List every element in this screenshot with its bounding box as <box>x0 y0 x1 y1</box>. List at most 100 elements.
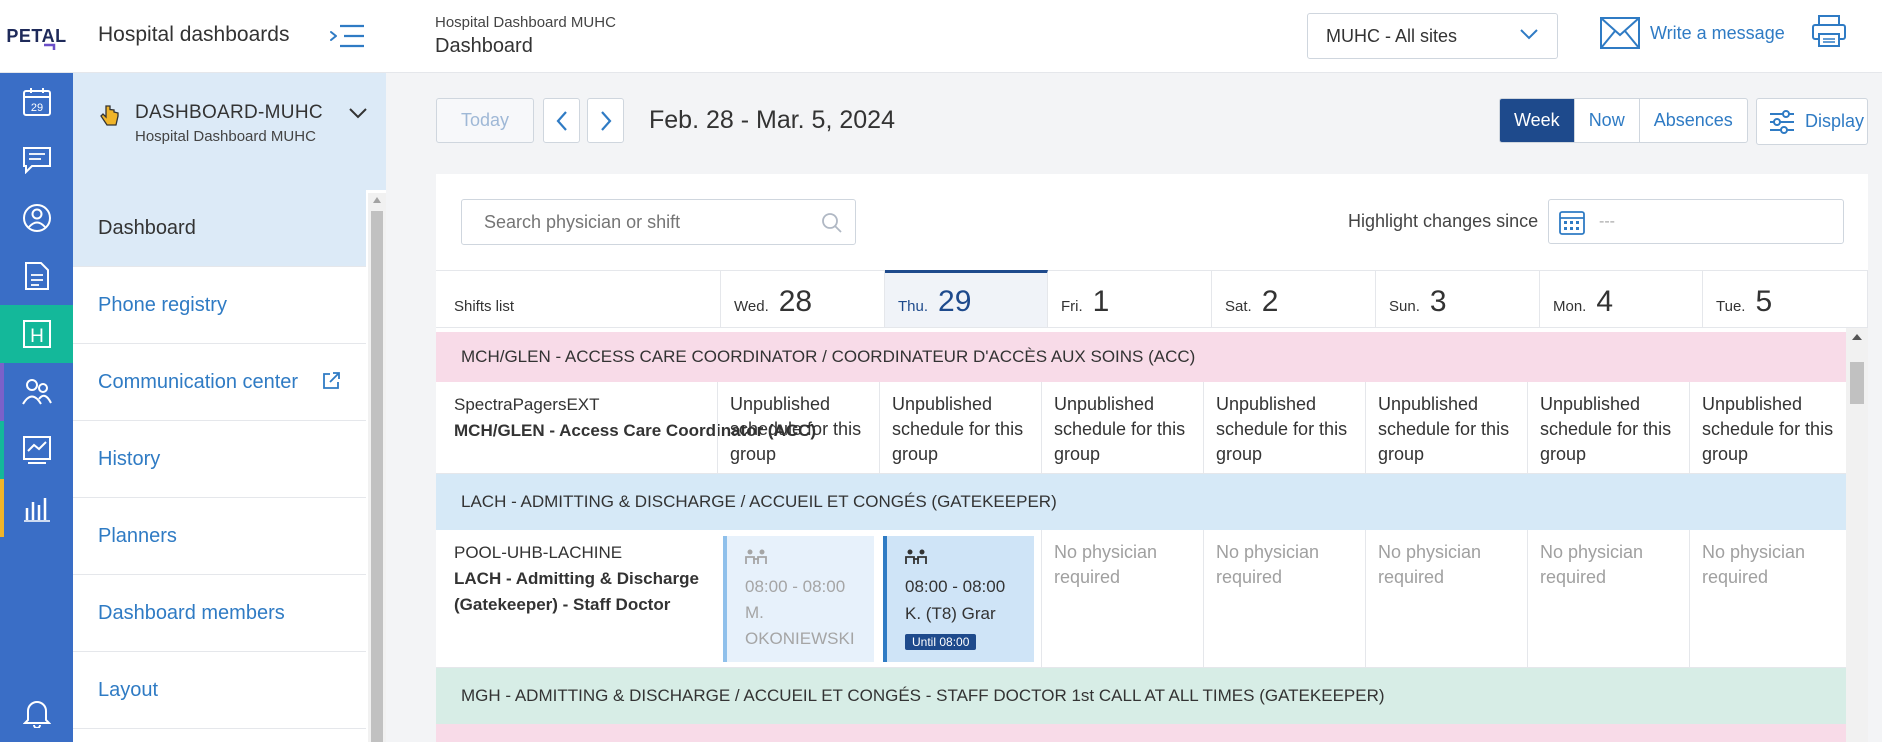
day-header-fri[interactable]: Fri. 1 <box>1048 270 1212 328</box>
schedule-cell[interactable]: No physician required <box>1041 530 1203 667</box>
scroll-up-arrow-icon[interactable] <box>373 197 381 203</box>
printer-icon[interactable] <box>1811 14 1847 48</box>
day-number: 3 <box>1429 285 1447 318</box>
day-header-sat[interactable]: Sat. 2 <box>1212 270 1376 328</box>
day-header-mon[interactable]: Mon. 4 <box>1540 270 1703 328</box>
chevron-right-icon <box>600 110 611 131</box>
schedule-cell[interactable]: No physician required <box>1365 530 1527 667</box>
nav-item-dashboard[interactable]: Dashboard <box>73 190 366 267</box>
write-message-link[interactable]: Write a message <box>1600 15 1785 51</box>
rail-documents[interactable] <box>0 247 73 305</box>
hospital-icon: H <box>22 320 51 348</box>
calendar-day-text: 29 <box>30 102 42 114</box>
prev-week-button[interactable] <box>543 98 580 143</box>
chevron-down-icon <box>349 108 367 119</box>
nav-list: Dashboard Phone registry Communication c… <box>73 190 366 729</box>
site-select[interactable]: MUHC - All sites <box>1307 13 1558 59</box>
schedule-cell[interactable]: Unpublished schedule for this group <box>1527 382 1689 473</box>
nav-item-communication-center[interactable]: Communication center <box>73 344 366 421</box>
dashboard-subtitle: Hospital Dashboard MUHC <box>135 128 316 145</box>
dashboard-name: DASHBOARD-MUHC <box>135 102 323 123</box>
petal-logo[interactable]: PETAL <box>0 0 73 73</box>
rail-hospital[interactable]: H <box>0 305 73 363</box>
nav-item-layout[interactable]: Layout <box>73 652 366 729</box>
schedule-scrollbar[interactable] <box>1846 328 1868 742</box>
schedule-cell[interactable]: No physician required <box>1689 530 1846 667</box>
day-header-tue[interactable]: Tue. 5 <box>1703 270 1868 328</box>
until-badge: Until 08:00 <box>905 634 977 650</box>
schedule-cell[interactable]: Unpublished schedule for this group <box>1203 382 1365 473</box>
rail-team[interactable] <box>0 363 73 421</box>
dashboard-selector[interactable]: DASHBOARD-MUHC Hospital Dashboard MUHC <box>73 73 386 190</box>
display-button[interactable]: Display <box>1756 98 1868 145</box>
today-button[interactable]: Today <box>436 98 534 143</box>
view-now-button[interactable]: Now <box>1575 99 1640 142</box>
schedule-cell[interactable]: Unpublished schedule for this group <box>1041 382 1203 473</box>
sidenav-scrollbar[interactable] <box>368 193 386 742</box>
handover-icon <box>905 549 927 564</box>
day-name: Thu. <box>898 298 929 315</box>
next-week-button[interactable] <box>587 98 624 143</box>
side-nav: DASHBOARD-MUHC Hospital Dashboard MUHC D… <box>73 73 386 742</box>
group-header[interactable]: MCH/GLEN - ACCESS CARE COORDINATOR / COO… <box>436 332 1846 382</box>
write-message-label: Write a message <box>1650 22 1785 43</box>
scroll-thumb[interactable] <box>371 211 383 742</box>
breadcrumb-parent[interactable]: Hospital Dashboard MUHC <box>435 14 616 31</box>
shift-assignment-card[interactable]: 08:00 - 08:00 M. OKONIEWSKI <box>723 536 874 662</box>
external-link-icon <box>323 372 340 389</box>
hospital-h-text: H <box>30 326 44 347</box>
view-absences-button[interactable]: Absences <box>1640 99 1747 142</box>
shift-time: 08:00 - 08:00 <box>745 577 846 596</box>
nav-item-history[interactable]: History <box>73 421 366 498</box>
rail-messages[interactable] <box>0 131 73 189</box>
highlight-date-value: --- <box>1599 212 1615 230</box>
display-label: Display <box>1805 111 1865 131</box>
schedule-cell[interactable]: Unpublished schedule for this group <box>879 382 1041 473</box>
schedule-cell[interactable]: Unpublished schedule for this group <box>717 382 879 473</box>
shift-assignment-card[interactable]: 08:00 - 08:00 K. (T8) Grar Until 08:00 <box>883 536 1034 662</box>
day-header-thu[interactable]: Thu. 29 <box>885 270 1048 328</box>
rail-profile[interactable] <box>0 189 73 247</box>
rail-statistics[interactable] <box>0 479 73 537</box>
chevron-left-icon <box>556 110 567 131</box>
physician-name: M. OKONIEWSKI <box>745 603 855 648</box>
day-header-sun[interactable]: Sun. 3 <box>1376 270 1540 328</box>
schedule-cell[interactable]: Unpublished schedule for this group <box>1689 382 1846 473</box>
schedule-cell[interactable]: No physician required <box>1527 530 1689 667</box>
collapse-menu-icon[interactable] <box>328 22 368 50</box>
group-header[interactable]: MGH - ADMITTING & DISCHARGE / ACCUEIL ET… <box>436 668 1846 724</box>
date-range: Feb. 28 - Mar. 5, 2024 <box>649 106 895 134</box>
view-week-button[interactable]: Week <box>1500 99 1575 142</box>
top-bar: PETAL Hospital dashboards Hospital Dashb… <box>0 0 1882 73</box>
shift-label[interactable]: POOL-UHB-LACHINE LACH - Admitting & Disc… <box>454 540 704 618</box>
day-name: Fri. <box>1061 298 1083 315</box>
day-header-wed[interactable]: Wed. 28 <box>721 270 885 328</box>
physician-name: K. (T8) Grar <box>905 604 996 623</box>
nav-item-phone-registry[interactable]: Phone registry <box>73 267 366 344</box>
chevron-down-icon <box>1520 29 1538 40</box>
schedule-cell[interactable]: No physician required <box>1203 530 1365 667</box>
table-row <box>436 724 1846 742</box>
schedule-panel: Highlight changes since --- Shifts list … <box>436 174 1868 742</box>
day-name: Mon. <box>1553 298 1587 315</box>
day-number: 1 <box>1092 285 1110 318</box>
scroll-up-arrow-icon[interactable] <box>1852 334 1862 340</box>
search-icon[interactable] <box>821 212 843 234</box>
nav-item-planners[interactable]: Planners <box>73 498 366 575</box>
day-number: 28 <box>778 285 813 318</box>
app-title: Hospital dashboards <box>98 23 290 46</box>
document-icon <box>24 262 49 290</box>
nav-item-dashboard-members[interactable]: Dashboard members <box>73 575 366 652</box>
group-header[interactable]: LACH - ADMITTING & DISCHARGE / ACCUEIL E… <box>436 474 1846 530</box>
scroll-thumb[interactable] <box>1850 362 1864 404</box>
rail-notifications[interactable] <box>0 684 73 742</box>
envelope-icon <box>1600 17 1640 49</box>
search-input[interactable] <box>461 199 856 245</box>
rail-presentation[interactable] <box>0 421 73 479</box>
day-name: Sat. <box>1225 298 1252 315</box>
pager-name: POOL-UHB-LACHINE <box>454 543 623 562</box>
handover-icon <box>745 549 767 564</box>
schedule-cell[interactable]: Unpublished schedule for this group <box>1365 382 1527 473</box>
rail-calendar[interactable]: 29 <box>0 73 73 131</box>
highlight-date-field[interactable]: --- <box>1548 199 1844 244</box>
